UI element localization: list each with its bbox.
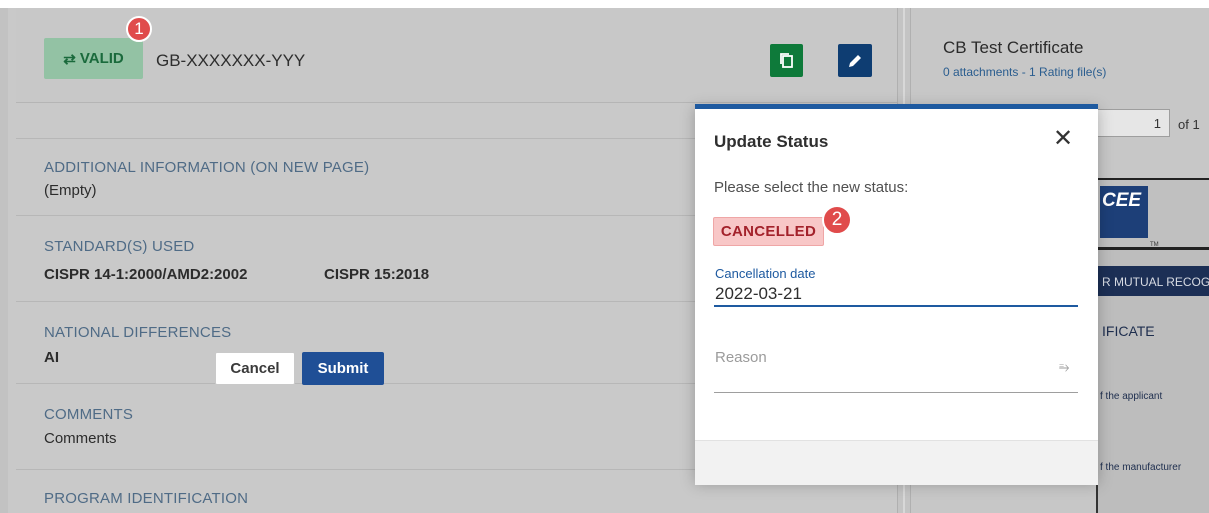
reason-underline	[714, 392, 1078, 393]
certificate-number: GB-XXXXXXX-YYY	[156, 51, 306, 70]
status-badge[interactable]: ⇄ VALID	[44, 38, 143, 79]
cancellation-date-label: Cancellation date	[715, 266, 816, 281]
swap-arrows-icon: ⇄	[63, 50, 76, 68]
document-banner: R MUTUAL RECOGN	[1098, 266, 1209, 296]
section-value: AI	[44, 349, 59, 366]
section-label: COMMENTS	[44, 406, 134, 423]
standard-item: CISPR 15:2018	[324, 266, 430, 283]
top-strip	[0, 0, 1209, 8]
copy-button[interactable]	[770, 44, 803, 77]
trademark-mark: TM	[1150, 242, 1159, 248]
update-status-dialog: Update Status ✕ Please select the new st…	[695, 104, 1098, 485]
page-count: of 1	[1178, 117, 1200, 132]
dialog-prompt: Please select the new status:	[714, 179, 909, 196]
copy-icon	[779, 52, 793, 68]
standard-item: CISPR 14-1:2000/AMD2:2002	[44, 266, 248, 283]
close-icon[interactable]: ✕	[1053, 127, 1073, 151]
document-heading: IFICATE	[1102, 323, 1155, 339]
document-logo-area: CEE TM	[1098, 178, 1209, 250]
pencil-icon	[849, 54, 861, 67]
cancellation-date-underline	[714, 305, 1078, 307]
preview-title: CB Test Certificate	[943, 38, 1084, 57]
dialog-footer	[695, 440, 1098, 485]
new-status-badge[interactable]: CANCELLED	[713, 217, 824, 246]
certificate-document-preview: CEE TM R MUTUAL RECOGN IFICATE f the app…	[1096, 178, 1209, 513]
section-label: STANDARD(S) USED	[44, 238, 195, 255]
text-wrap-icon: ⥱	[1059, 359, 1070, 374]
section-label: ADDITIONAL INFORMATION (ON NEW PAGE)	[44, 159, 370, 176]
certificate-header: ⇄ VALID 1 GB-XXXXXXX-YYY	[16, 8, 905, 103]
edit-button[interactable]	[838, 44, 872, 77]
cancellation-date-field[interactable]: 2022-03-21	[715, 284, 802, 304]
dialog-title: Update Status	[714, 132, 829, 151]
page-number-input[interactable]: 1	[1095, 109, 1170, 137]
attachments-link[interactable]: 0 attachments - 1 Rating file(s)	[943, 65, 1106, 79]
iecee-logo: CEE	[1100, 186, 1148, 238]
section-label: NATIONAL DIFFERENCES	[44, 324, 232, 341]
document-applicant-label: f the applicant	[1100, 391, 1163, 402]
submit-button[interactable]: Submit	[302, 352, 384, 385]
reason-field[interactable]: Reason	[715, 349, 767, 366]
section-value: Comments	[44, 430, 117, 447]
cancel-button[interactable]: Cancel	[215, 352, 295, 385]
status-badge-label: VALID	[79, 50, 124, 67]
step-marker-2: 2	[822, 205, 852, 235]
document-manufacturer-label: f the manufacturer	[1100, 462, 1182, 473]
step-marker-1: 1	[126, 16, 152, 42]
section-value: (Empty)	[44, 182, 97, 199]
section-label: PROGRAM IDENTIFICATION	[44, 490, 249, 507]
